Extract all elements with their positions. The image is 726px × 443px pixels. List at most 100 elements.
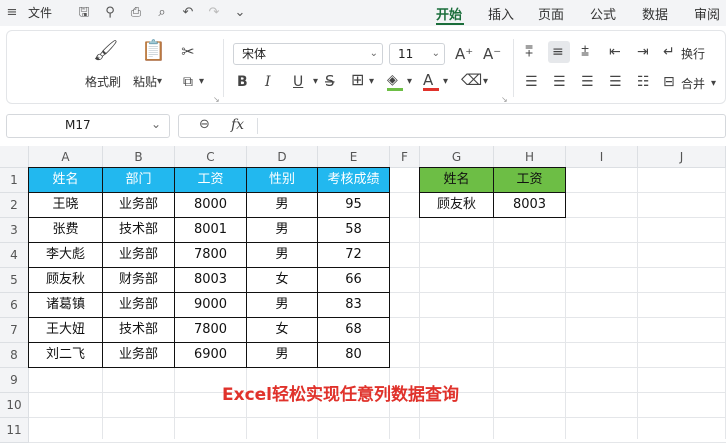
table-cell[interactable]: 李大彪 [28,242,103,268]
font-size-select[interactable]: 11 ⌄ [389,43,445,65]
table-cell[interactable]: 95 [317,192,390,218]
table-cell[interactable]: 83 [317,292,390,318]
table-cell[interactable]: 刘二飞 [28,342,103,368]
paste-icon[interactable]: 📋 [141,40,166,60]
table-cell[interactable]: 张费 [28,217,103,243]
fill-color-icon[interactable]: ◈ [387,71,398,89]
table-header-cell[interactable]: 考核成绩 [317,167,390,193]
table-cell[interactable]: 58 [317,217,390,243]
tab-insert[interactable]: 插入 [488,4,514,23]
tab-data[interactable]: 数据 [642,4,668,23]
fx-icon[interactable]: fx [231,117,244,133]
table-header-cell[interactable]: 工资 [493,167,566,193]
row-header-3[interactable]: 3 [0,218,29,243]
align-bottom-icon[interactable]: ⩲ [581,43,589,61]
strikethrough-icon[interactable]: S̶ [325,72,335,90]
table-cell[interactable]: 女 [246,267,318,293]
wrap-text-button[interactable]: 换行 [681,45,705,62]
tab-page[interactable]: 页面 [538,4,564,23]
print-preview-icon[interactable]: ⌕ [154,5,170,21]
align-top-icon[interactable]: ⩱ [525,43,533,61]
underline-icon[interactable]: U [293,73,303,91]
table-cell[interactable]: 顾友秋 [419,192,494,218]
table-cell[interactable]: 王大妞 [28,317,103,343]
align-center-icon[interactable]: ☰ [553,73,566,91]
table-cell[interactable]: 技术部 [102,317,175,343]
increase-indent-icon[interactable]: ⇥ [637,43,649,61]
column-header-b[interactable]: B [103,146,175,168]
fill-color-chevron-down-icon[interactable]: ▾ [407,73,412,91]
table-cell[interactable]: 男 [246,342,318,368]
table-cell[interactable]: 7800 [174,317,247,343]
table-cell[interactable]: 8001 [174,217,247,243]
merge-cells-button[interactable]: 合并 [681,75,705,92]
row-header-4[interactable]: 4 [0,243,29,268]
decrease-font-size-icon[interactable]: A⁻ [483,45,501,63]
copy-icon[interactable]: ⧉ [179,73,197,91]
table-cell[interactable]: 男 [246,242,318,268]
column-header-g[interactable]: G [420,146,494,168]
table-cell[interactable]: 8003 [493,192,566,218]
clear-format-icon[interactable]: ⌫ [461,71,482,89]
table-cell[interactable]: 男 [246,192,318,218]
merge-chevron-down-icon[interactable]: ▾ [711,75,716,93]
underline-chevron-down-icon[interactable]: ▾ [313,73,318,91]
table-cell[interactable]: 8003 [174,267,247,293]
format-painter-button[interactable]: 格式刷 [85,73,121,90]
align-left-icon[interactable]: ☰ [525,73,538,91]
table-cell[interactable]: 王晓 [28,192,103,218]
copy-chevron-down-icon[interactable]: ▾ [199,73,204,91]
font-name-select[interactable]: 宋体 ⌄ [233,43,383,65]
table-cell[interactable]: 66 [317,267,390,293]
font-color-icon[interactable]: A [423,71,433,89]
zoom-function-icon[interactable]: ⊖ [199,117,210,132]
hamburger-menu-icon[interactable]: ≡ [4,5,20,21]
table-cell[interactable]: 技术部 [102,217,175,243]
row-header-7[interactable]: 7 [0,318,29,343]
table-cell[interactable]: 男 [246,217,318,243]
print-icon[interactable]: ⎙ [128,5,144,21]
table-cell[interactable]: 男 [246,292,318,318]
name-box[interactable]: M17 ⌄ [6,114,170,138]
paste-button[interactable]: 粘贴 [133,73,157,90]
justify-icon[interactable]: ☰ [609,73,622,91]
table-cell[interactable]: 业务部 [102,192,175,218]
tab-home[interactable]: 开始 [436,4,462,23]
row-header-9[interactable]: 9 [0,368,29,393]
align-middle-icon[interactable]: ≡ [552,43,564,61]
table-cell[interactable]: 业务部 [102,342,175,368]
table-cell[interactable]: 72 [317,242,390,268]
table-cell[interactable]: 9000 [174,292,247,318]
distributed-align-icon[interactable]: ☷ [637,73,650,91]
row-header-6[interactable]: 6 [0,293,29,318]
table-cell[interactable]: 80 [317,342,390,368]
table-header-cell[interactable]: 性别 [246,167,318,193]
column-header-f[interactable]: F [390,146,420,168]
row-header-11[interactable]: 11 [0,418,29,443]
table-cell[interactable]: 6900 [174,342,247,368]
table-cell[interactable]: 7800 [174,242,247,268]
wrap-text-icon[interactable]: ↵ [663,43,675,61]
paste-chevron-down-icon[interactable]: ▾ [157,73,162,91]
table-cell[interactable]: 女 [246,317,318,343]
quick-access-chevron-down-icon[interactable]: ⌄ [232,5,248,21]
column-header-j[interactable]: J [638,146,726,168]
italic-icon[interactable]: I [265,73,271,91]
table-header-cell[interactable]: 姓名 [419,167,494,193]
column-header-h[interactable]: H [494,146,566,168]
column-header-e[interactable]: E [318,146,390,168]
table-cell[interactable]: 业务部 [102,292,175,318]
column-header-i[interactable]: I [566,146,638,168]
row-header-2[interactable]: 2 [0,193,29,218]
save-icon[interactable]: 🖫 [76,5,92,21]
table-header-cell[interactable]: 部门 [102,167,175,193]
font-color-chevron-down-icon[interactable]: ▾ [443,73,448,91]
decrease-indent-icon[interactable]: ⇤ [609,43,621,61]
clipboard-launcher-icon[interactable]: ↘ [213,91,220,109]
table-cell[interactable]: 顾友秋 [28,267,103,293]
align-right-icon[interactable]: ☰ [581,73,594,91]
table-header-cell[interactable]: 工资 [174,167,247,193]
row-header-10[interactable]: 10 [0,393,29,418]
table-header-cell[interactable]: 姓名 [28,167,103,193]
merge-cells-icon[interactable]: ⊟ [663,73,675,91]
